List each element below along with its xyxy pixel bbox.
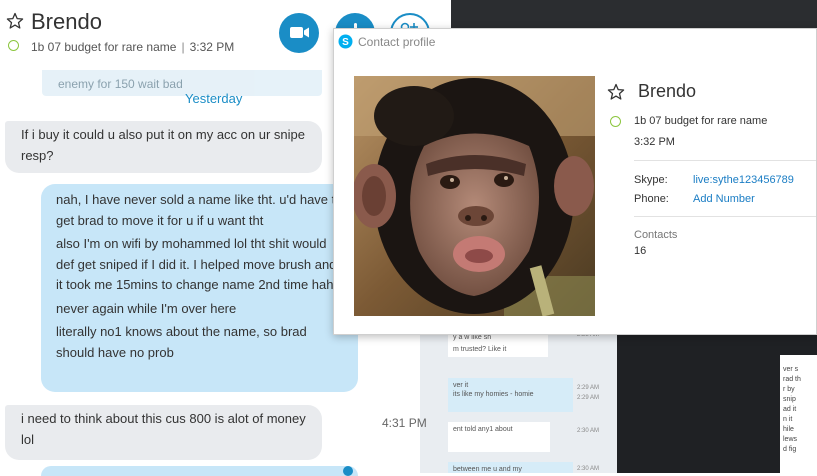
profile-photo[interactable] — [354, 76, 595, 316]
add-number-link[interactable]: Add Number — [693, 193, 755, 205]
contacts-count: 16 — [634, 245, 647, 257]
bg-time: 2:30 AM — [577, 428, 600, 434]
mood-line: 1b 07 budget for rare name | 3:32 PM — [31, 40, 234, 54]
divider — [634, 216, 816, 217]
profile-name: Brendo — [638, 81, 697, 101]
star-outline-icon[interactable] — [6, 12, 24, 30]
status-online-icon — [8, 40, 19, 51]
separator: | — [181, 40, 185, 54]
message-text: literally no1 knows about the name, so b… — [56, 324, 307, 360]
skype-id-link[interactable]: live:sythe123456789 — [693, 174, 794, 186]
message-text: also I'm on wifi by mohammed lol tht shi… — [56, 236, 341, 292]
message-text: nah, I have never sold a name like tht. … — [56, 192, 343, 228]
local-time: 3:32 PM — [189, 40, 235, 54]
message-text: i need to think about this cus 800 is al… — [21, 411, 306, 447]
message-bubble-outgoing[interactable]: nah, I have never sold a name like tht. … — [41, 184, 358, 392]
message-timestamp: 4:31 PM — [382, 416, 427, 430]
faded-message: enemy for 150 wait bad — [42, 70, 322, 96]
profile-mood: 1b 07 budget for rare name — [634, 115, 768, 127]
date-separator: Yesterday — [185, 91, 243, 106]
message-text: never again while I'm over here — [56, 300, 237, 316]
message-text: If i buy it could u also put it on my ac… — [21, 127, 305, 163]
read-indicator-icon — [343, 466, 353, 476]
chimpanzee-photo — [354, 76, 595, 316]
skype-label: Skype: — [634, 174, 668, 186]
contact-name[interactable]: Brendo — [31, 9, 102, 35]
bg-bubble: ent told any1 about — [448, 422, 550, 452]
bg-bubble: ver it its like my homies - homie — [448, 378, 573, 412]
bg-time: 2:29 AM — [577, 395, 600, 401]
video-camera-icon — [290, 27, 309, 38]
message-bubble-incoming[interactable]: If i buy it could u also put it on my ac… — [5, 121, 322, 173]
profile-local-time: 3:32 PM — [634, 136, 675, 148]
svg-text:S: S — [342, 37, 349, 48]
star-outline-icon[interactable] — [607, 83, 625, 101]
video-call-button[interactable] — [279, 13, 319, 53]
background-screenshot: y a w like sh m trusted? Like it 2:28 AM… — [420, 318, 617, 473]
message-bubble-incoming[interactable]: i need to think about this cus 800 is al… — [5, 405, 322, 460]
message-bubble-outgoing[interactable] — [41, 466, 358, 476]
bg-bubble: m trusted? Like it — [448, 342, 548, 357]
mood-text: 1b 07 budget for rare name — [31, 40, 177, 54]
bg-time: 2:30 AM — [577, 466, 600, 472]
bg-time: 2:29 AM — [577, 385, 600, 391]
bg-bubble: between me u and my — [448, 462, 573, 473]
status-online-icon — [610, 116, 621, 127]
contact-profile-window[interactable]: S Contact profile Brendo 1b 07 budget fo… — [333, 28, 817, 335]
divider — [634, 160, 816, 161]
skype-logo-icon: S — [338, 34, 353, 49]
phone-label: Phone: — [634, 193, 669, 205]
contacts-label: Contacts — [634, 229, 678, 241]
background-side-text: ver s rad th r by snip ad it n it hile l… — [780, 355, 817, 473]
window-title: Contact profile — [358, 35, 436, 49]
